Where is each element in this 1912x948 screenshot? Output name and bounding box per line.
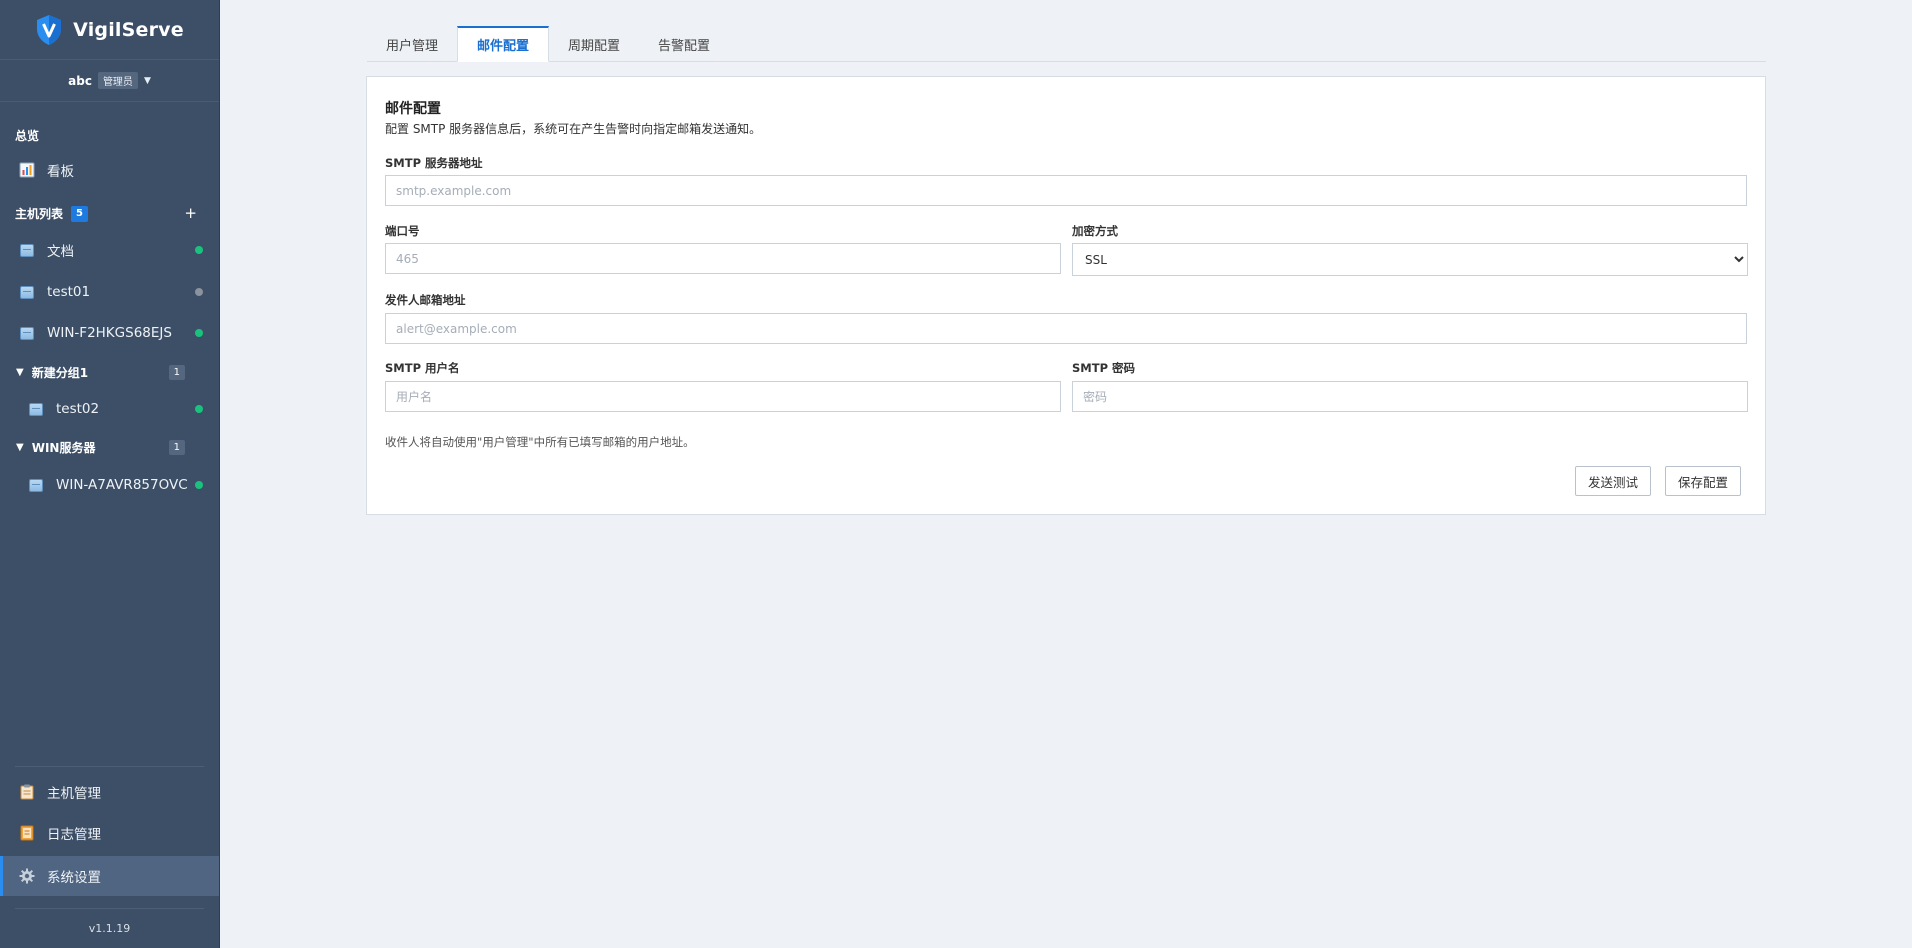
status-online-icon — [195, 481, 203, 489]
brand: VigilServe — [0, 0, 219, 60]
nav-system-settings-label: 系统设置 — [47, 870, 101, 886]
group-name: 新建分组1 — [31, 365, 89, 380]
smtp-password-label: SMTP 密码 — [1072, 361, 1136, 375]
save-config-button[interactable]: 保存配置 — [1665, 466, 1742, 496]
group-count-badge: 1 — [168, 439, 185, 455]
send-test-button[interactable]: 发送测试 — [1575, 466, 1652, 496]
status-online-icon — [195, 405, 203, 413]
smtp-host-input[interactable] — [385, 175, 1747, 206]
host-icon — [20, 326, 34, 340]
sidebar-host-item[interactable]: test01 — [0, 274, 219, 310]
tab-alert-config[interactable]: 告警配置 — [639, 26, 729, 62]
card-title: 邮件配置 — [385, 101, 441, 117]
sidebar-host-item[interactable]: WIN-F2HKGS68EJS — [0, 315, 219, 351]
triangle-down-icon[interactable]: ▼ — [16, 367, 24, 378]
tab-mail-config[interactable]: 邮件配置 — [457, 26, 550, 62]
nav-log-management[interactable]: 日志管理 — [0, 815, 219, 851]
caret-down-icon[interactable]: ▼ — [144, 76, 151, 86]
sidebar-group[interactable]: ▼ WIN服务器 1 — [0, 434, 219, 460]
tab-period-config[interactable]: 周期配置 — [549, 26, 639, 62]
tab-user-management[interactable]: 用户管理 — [367, 26, 457, 62]
host-icon — [29, 478, 43, 492]
nav-system-settings[interactable]: 系统设置 — [0, 856, 219, 896]
host-icon — [29, 402, 43, 416]
overview-section-label: 总览 — [15, 129, 40, 143]
triangle-down-icon[interactable]: ▼ — [16, 442, 24, 453]
status-online-icon — [195, 246, 203, 254]
nav-dashboard-label: 看板 — [47, 164, 74, 180]
chart-icon — [19, 162, 35, 178]
smtp-username-label: SMTP 用户名 — [385, 361, 460, 375]
host-icon — [20, 243, 34, 257]
status-offline-icon — [195, 288, 203, 296]
clipboard-icon — [19, 784, 35, 800]
smtp-password-input[interactable] — [1072, 381, 1748, 412]
host-name: test02 — [56, 401, 100, 417]
user-name: abc — [68, 73, 92, 88]
gear-icon — [19, 868, 35, 884]
host-icon — [20, 285, 34, 299]
sidebar-host-item[interactable]: WIN-A7AVR857OVC — [0, 467, 219, 503]
host-name: 文档 — [47, 244, 74, 260]
sidebar-divider — [15, 766, 204, 767]
nav-host-management-label: 主机管理 — [47, 786, 101, 802]
port-label: 端口号 — [385, 224, 420, 238]
sidebar-divider — [15, 908, 204, 909]
host-list-header: 主机列表 5 — [15, 205, 88, 222]
host-list-label: 主机列表 — [15, 207, 64, 221]
sidebar-host-item[interactable]: 文档 — [0, 232, 219, 268]
app-version: v1.1.19 — [88, 922, 131, 935]
status-online-icon — [195, 329, 203, 337]
encryption-label: 加密方式 — [1072, 224, 1118, 238]
smtp-username-input[interactable] — [385, 381, 1061, 412]
recipient-note: 收件人将自动使用"用户管理"中所有已填写邮箱的用户地址。 — [385, 435, 695, 449]
smtp-host-label: SMTP 服务器地址 — [385, 156, 483, 170]
sidebar-host-item[interactable]: test02 — [0, 391, 219, 427]
shield-logo-icon — [37, 14, 62, 45]
port-input[interactable] — [385, 243, 1061, 274]
host-name: WIN-A7AVR857OVC — [56, 477, 188, 493]
host-name: WIN-F2HKGS68EJS — [47, 325, 172, 341]
sender-email-input[interactable] — [385, 313, 1747, 344]
brand-name: VigilServe — [73, 18, 184, 41]
nav-dashboard[interactable]: 看板 — [0, 152, 219, 188]
add-host-button[interactable]: + — [184, 204, 197, 222]
sidebar-group[interactable]: ▼ 新建分组1 1 — [0, 359, 219, 385]
user-menu[interactable]: abc 管理员 ▼ — [0, 60, 219, 102]
encryption-select[interactable]: SSL — [1072, 243, 1748, 276]
group-name: WIN服务器 — [31, 440, 96, 455]
role-badge: 管理员 — [97, 72, 138, 89]
host-count-badge: 5 — [71, 205, 88, 222]
sender-email-label: 发件人邮箱地址 — [385, 293, 466, 307]
nav-log-management-label: 日志管理 — [47, 827, 101, 843]
nav-host-management[interactable]: 主机管理 — [0, 774, 219, 810]
group-count-badge: 1 — [168, 364, 185, 380]
settings-tabs: 用户管理 邮件配置 周期配置 告警配置 — [367, 26, 1766, 62]
card-description: 配置 SMTP 服务器信息后，系统可在产生告警时向指定邮箱发送通知。 — [385, 122, 762, 136]
log-book-icon — [19, 825, 35, 841]
sidebar: VigilServe abc 管理员 ▼ 总览 看板 主机列表 5 + 文档 t… — [0, 0, 220, 948]
host-name: test01 — [47, 284, 91, 300]
mail-config-card: 邮件配置 配置 SMTP 服务器信息后，系统可在产生告警时向指定邮箱发送通知。 … — [366, 76, 1766, 515]
